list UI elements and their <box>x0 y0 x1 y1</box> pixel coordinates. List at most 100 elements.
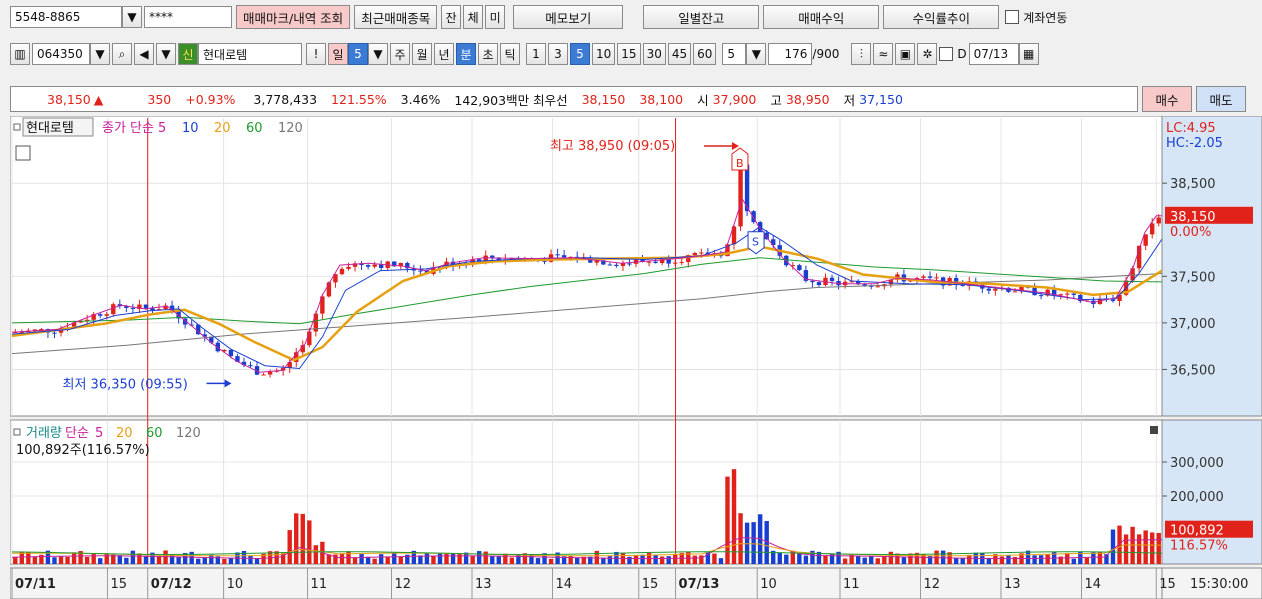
stock-chart[interactable]: 36,500 37,000 37,500 38,500 200,000 300,000 현대… <box>9 115 1262 599</box>
buy-button[interactable]: 매수 <box>1142 86 1192 112</box>
speaker-icon[interactable]: ◀ <box>134 43 154 65</box>
stock-name-field[interactable]: 현대로템 <box>198 43 302 65</box>
date-checkbox[interactable] <box>939 47 954 61</box>
volume-bar <box>594 550 600 564</box>
search-icon[interactable]: ⌕ <box>112 43 132 65</box>
stock-code-text: 064350 <box>37 47 83 61</box>
date-field[interactable]: 07/13 <box>968 43 1019 65</box>
volume-bar <box>130 550 136 564</box>
volume-bar <box>84 556 90 564</box>
volume-bar <box>797 553 802 564</box>
interval-15-button[interactable]: 15 <box>617 43 641 65</box>
gear-icon[interactable]: ✲ <box>917 43 938 65</box>
unfilled-button[interactable]: 미 <box>485 5 506 29</box>
speaker-dropdown-button[interactable]: ▼ <box>156 43 176 65</box>
volume-bar <box>784 554 789 564</box>
candle-body <box>1117 294 1122 301</box>
volume-bar <box>202 557 207 564</box>
volume-bar <box>640 554 645 564</box>
candle-body <box>829 277 835 281</box>
candle-body <box>646 261 652 263</box>
period-day-count[interactable]: 5 <box>348 43 368 65</box>
last-pct-label: 0.00% <box>1170 225 1211 240</box>
count-select[interactable]: 5 <box>722 43 747 65</box>
volume-bar <box>450 553 456 564</box>
x-axis-label: 07/13 <box>679 577 720 592</box>
candle-body <box>372 264 377 267</box>
interval-45-button[interactable]: 45 <box>667 43 692 65</box>
period-dropdown-button[interactable]: ▼ <box>368 43 388 65</box>
recent-trades-button[interactable]: 최근매매종목 <box>354 5 438 29</box>
volume-bar <box>777 552 782 564</box>
volume-tick-label: 300,000 <box>1170 456 1224 471</box>
volume-bar <box>718 558 724 564</box>
calendar-icon[interactable]: ▦ <box>1018 43 1039 65</box>
x-axis-label: 13 <box>1004 577 1021 592</box>
chevron-down-icon: ▼ <box>373 47 383 61</box>
chart-toolbar: ▥ 064350 ▼ ⌕ ◀ ▼ 신 현대로템 ! 일 5 ▼ 주 월 년 분 … <box>0 38 1262 70</box>
candle-body <box>104 314 109 316</box>
indicator-add-icon[interactable]: ≈ <box>873 43 894 65</box>
period-tick-tab[interactable]: 틱 <box>500 43 520 65</box>
interval-1-button[interactable]: 1 <box>526 43 546 65</box>
trade-profit-button[interactable]: 매매수익 <box>763 5 880 29</box>
volume-bar <box>307 520 312 564</box>
period-year-tab[interactable]: 년 <box>434 43 454 65</box>
candle-body <box>1065 293 1070 295</box>
period-second-tab[interactable]: 초 <box>478 43 498 65</box>
account-link-checkbox[interactable] <box>1005 10 1020 24</box>
volume-bar <box>901 556 907 564</box>
hc-label: HC:-2.05 <box>1166 136 1223 151</box>
interval-10-button[interactable]: 10 <box>592 43 616 65</box>
interval-3-button[interactable]: 3 <box>548 43 568 65</box>
save-icon[interactable]: ▣ <box>895 43 916 65</box>
volume-bar <box>437 553 443 564</box>
balance-button[interactable]: 잔 <box>441 5 462 29</box>
trade-mark-query-button[interactable]: 매매마크/내역 조회 <box>236 5 351 29</box>
x-axis-label: 15 <box>1159 577 1176 592</box>
yield-trend-button[interactable]: 수익률추이 <box>883 5 1000 29</box>
password-text: **** <box>149 10 173 24</box>
x-axis-label: 07/12 <box>151 577 192 592</box>
volume-bar <box>731 469 737 564</box>
candle-settings-icon[interactable]: ⫶ <box>851 43 872 65</box>
x-axis-label: 14 <box>556 577 573 592</box>
memo-view-button[interactable]: 메모보기 <box>513 5 624 29</box>
high-price: 38,950 <box>785 91 830 107</box>
price-legend-item: 10 <box>182 121 199 136</box>
interval-30-button[interactable]: 30 <box>642 43 666 65</box>
volume-bar <box>869 556 874 564</box>
price-change-pct: +0.93% <box>185 91 236 107</box>
volume-bar <box>32 556 38 564</box>
daily-balance-button[interactable]: 일별잔고 <box>643 5 760 29</box>
period-month-tab[interactable]: 월 <box>412 43 432 65</box>
volume-panel-bg <box>9 419 1163 565</box>
volume-bar <box>659 556 665 564</box>
sell-button[interactable]: 매도 <box>1196 86 1246 112</box>
count-dropdown-button[interactable]: ▼ <box>746 43 767 65</box>
account-number-field[interactable]: 5548-8865 <box>10 6 122 28</box>
alert-button[interactable]: ! <box>306 43 326 65</box>
interval-60-button[interactable]: 60 <box>693 43 717 65</box>
volume-bar <box>176 556 181 564</box>
candle-body <box>699 252 704 254</box>
x-axis-label: 07/11 <box>15 577 56 592</box>
bar-count-field[interactable]: 176 <box>768 43 813 65</box>
period-week-tab[interactable]: 주 <box>390 43 410 65</box>
layout-icon[interactable]: ▥ <box>10 43 30 65</box>
stock-code-field[interactable]: 064350 <box>32 43 90 65</box>
volume-bar <box>1032 555 1037 564</box>
account-dropdown-button[interactable]: ▼ <box>122 6 142 28</box>
password-field[interactable]: **** <box>144 6 232 28</box>
ask-price: 38,150 <box>581 91 626 107</box>
new-listing-badge: 신 <box>178 43 198 65</box>
period-minute-tab[interactable]: 분 <box>456 43 476 65</box>
executed-button[interactable]: 체 <box>463 5 484 29</box>
trade-volume: 3,778,433 <box>253 91 318 107</box>
volume-legend-item: 20 <box>116 426 133 441</box>
interval-5-button[interactable]: 5 <box>570 43 590 65</box>
code-dropdown-button[interactable]: ▼ <box>90 43 110 65</box>
account-link-label: 계좌연동 <box>1023 10 1068 25</box>
period-day-tab[interactable]: 일 <box>328 43 348 65</box>
price-tick-label: 38,500 <box>1170 177 1216 192</box>
